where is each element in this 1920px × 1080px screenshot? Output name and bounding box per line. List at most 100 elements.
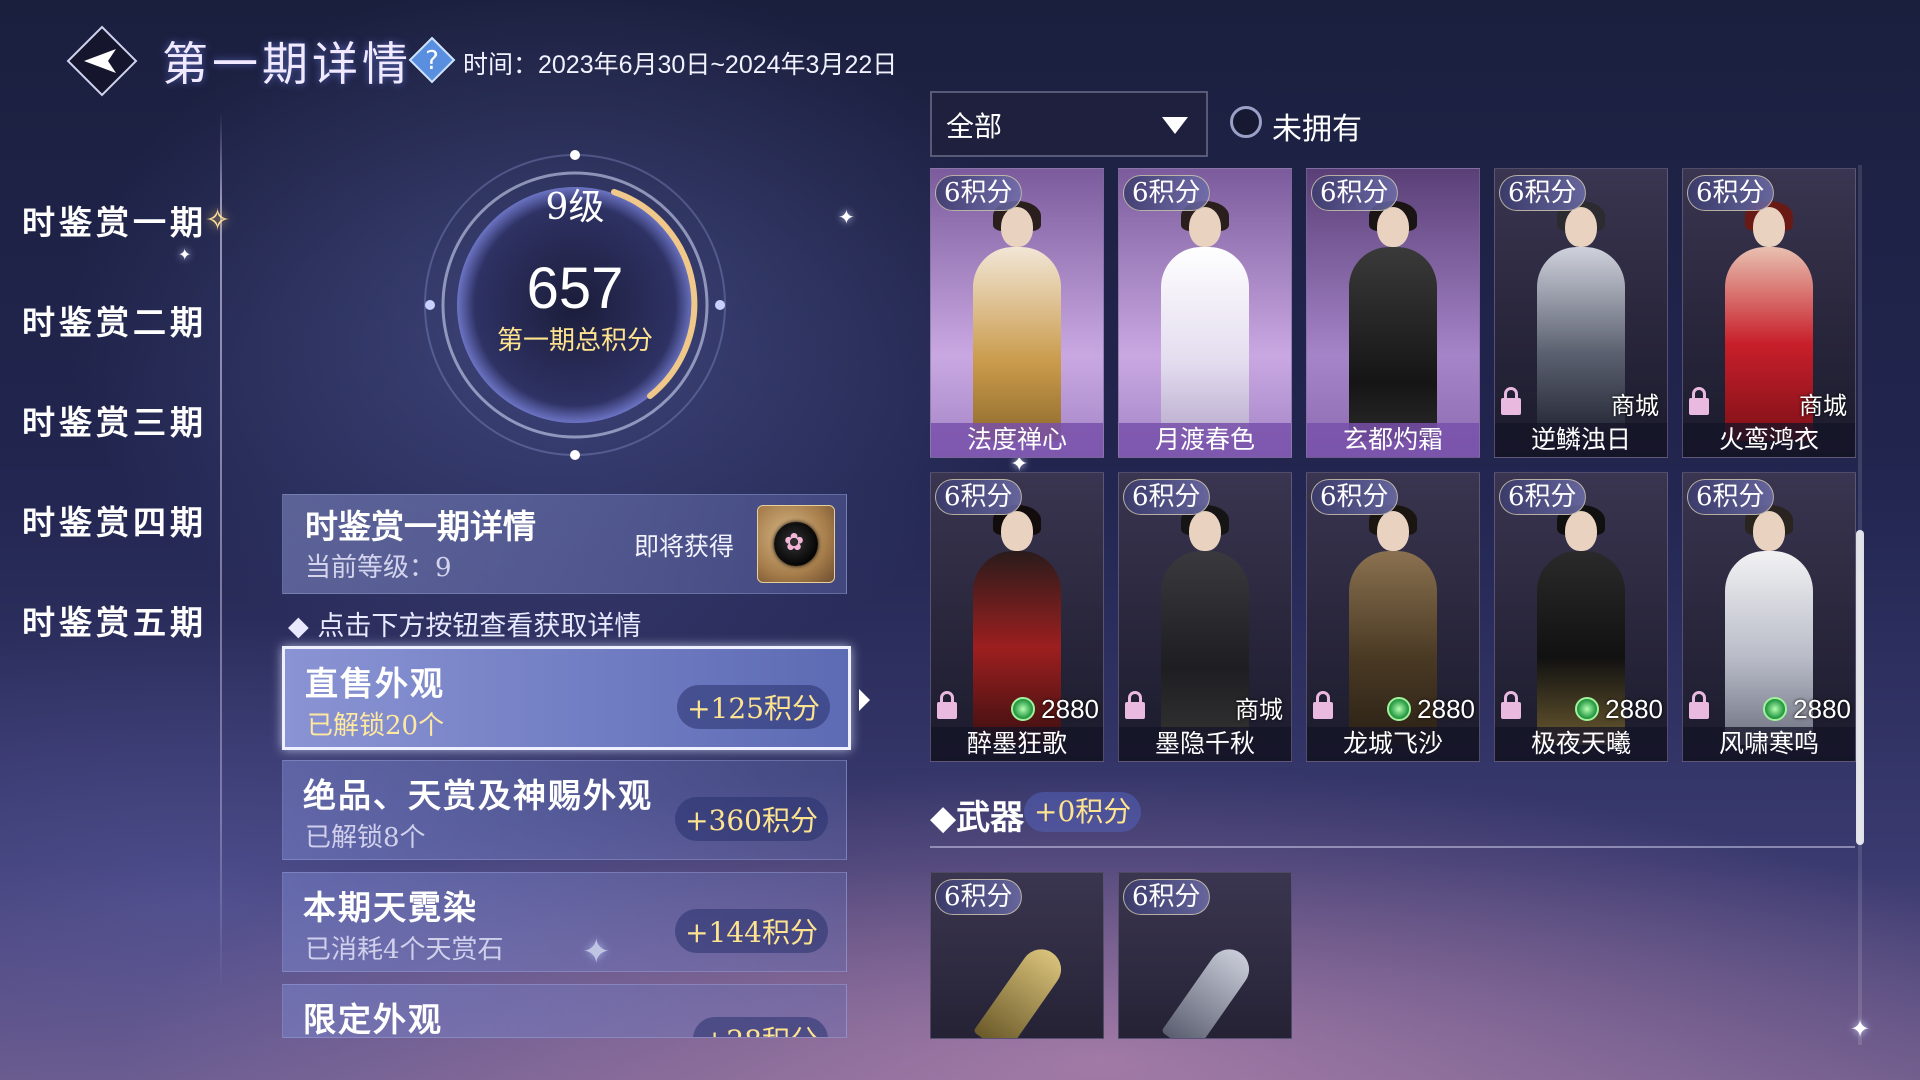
outfit-card[interactable]: 6积分 2880 龙城飞沙 [1306,472,1480,762]
category-points: +28积分 [692,1017,828,1037]
outfit-name: 玄都灼霜 [1307,423,1479,457]
points-badge: 6积分 [935,175,1022,211]
detail-title: 时鉴赏一期详情 [305,507,536,546]
points-badge: 6积分 [935,479,1022,515]
outfit-card[interactable]: 6积分 月渡春色 [1118,168,1292,458]
sparkle-decoration: ✦ [178,245,192,264]
section-divider [930,846,1855,848]
weapon-card[interactable]: 6积分 [1118,872,1292,1039]
category-limited[interactable]: 限定外观 +28积分 [282,984,847,1038]
outfit-name: 月渡春色 [1119,423,1291,457]
outfit-name: 火鸾鸿衣 [1683,423,1855,457]
weapon-card[interactable]: 6积分 [930,872,1104,1039]
outfit-name: 法度禅心 [931,423,1103,457]
outfit-card[interactable]: 6积分 2880 极夜天曦 [1494,472,1668,762]
filter-selected-value: 全部 [946,110,1003,143]
jade-coin-icon [1011,697,1036,721]
category-progress: 已解锁20个 [307,711,445,741]
category-progress: 已消耗4个天赏石 [305,935,504,965]
source-label: 商城 [1611,392,1659,420]
outfit-card[interactable]: 6积分 商城 墨隐千秋 [1118,472,1292,762]
category-points: +360积分 [675,797,828,841]
outfit-name: 醉墨狂歌 [931,727,1103,761]
source-label: 商城 [1799,392,1847,420]
jade-coin-icon [1575,697,1600,721]
category-title: 本期天霓染 [303,888,478,927]
points-badge: 6积分 [935,879,1022,915]
unowned-radio[interactable] [1230,106,1262,138]
outfit-card[interactable]: 6积分 商城 逆鳞浊日 [1494,168,1668,458]
outfit-figure [1153,201,1257,441]
points-badge: 6积分 [1311,479,1398,515]
outfit-name: 龙城飞沙 [1307,727,1479,761]
category-progress: 已解锁8个 [305,823,426,853]
source-label: 商城 [1235,696,1283,724]
weapon-image [973,941,1069,1038]
filter-dropdown[interactable]: 全部 [930,91,1208,157]
lock-icon [1689,387,1709,415]
lock-icon [1501,387,1521,415]
tab-period-3[interactable]: 时鉴赏三期 [22,396,207,444]
category-points: +125积分 [677,685,830,729]
upcoming-reward-orb-icon[interactable] [757,505,835,583]
outfit-card[interactable]: 6积分 商城 火鸾鸿衣 [1682,168,1856,458]
help-symbol: ? [425,46,439,76]
points-badge: 6积分 [1311,175,1398,211]
unowned-label: 未拥有 [1272,112,1362,147]
points-badge: 6积分 [1123,175,1210,211]
points-badge: 6积分 [1123,479,1210,515]
weapon-image [1161,941,1257,1038]
outfit-card[interactable]: 6积分 2880 醉墨狂歌 [930,472,1104,762]
tab-period-1[interactable]: 时鉴赏一期 [22,196,207,244]
help-icon[interactable]: ? [408,36,456,84]
outfit-card[interactable]: 6积分 法度禅心 [930,168,1104,458]
weapons-points: +0积分 [1024,792,1142,832]
chevron-down-icon [1162,117,1188,134]
category-title: 限定外观 [303,1000,443,1038]
scrollbar-thumb[interactable] [1856,530,1864,845]
current-level: 当前等级：9 [305,553,452,583]
period-text: 时间：2023年6月30日~2024年3月22日 [463,51,898,79]
outfit-name: 风啸寒鸣 [1683,727,1855,761]
total-score-label: 第一期总积分 [496,326,653,356]
back-arrow-icon[interactable] [66,25,138,97]
lock-icon [1313,691,1333,719]
outfit-name: 墨隐千秋 [1119,727,1291,761]
jade-coin-icon [1763,697,1788,721]
points-badge: 6积分 [1499,175,1586,211]
price-label: 2880 [1763,694,1851,725]
tab-period-2[interactable]: 时鉴赏二期 [22,296,207,344]
lock-icon [1125,691,1145,719]
tab-period-4[interactable]: 时鉴赏四期 [22,496,207,544]
jade-coin-icon [1387,697,1412,721]
lock-icon [1501,691,1521,719]
total-score: 657 [526,256,624,321]
category-direct-sale[interactable]: 直售外观 已解锁20个 +125积分 [282,646,870,750]
hint-text: ◆ 点击下方按钮查看获取详情 [288,611,642,642]
tab-period-5[interactable]: 时鉴赏五期 [22,596,207,644]
price-label: 2880 [1575,694,1663,725]
category-points: +144积分 [675,909,828,953]
sparkle-decoration: ✦ [838,205,855,229]
outfit-card[interactable]: 6积分 2880 风啸寒鸣 [1682,472,1856,762]
outfit-name: 极夜天曦 [1495,727,1667,761]
category-dye[interactable]: 本期天霓染 已消耗4个天赏石 +144积分 [282,872,847,972]
level-label: 9级 [545,187,605,228]
points-badge: 6积分 [1123,879,1210,915]
selected-arrow-icon [859,689,870,711]
page-title: 第一期详情 [162,37,412,91]
weapons-section-title: ◆武器 [930,798,1025,838]
lock-icon [937,691,957,719]
category-title: 绝品、天赏及神赐外观 [303,776,653,815]
category-premium[interactable]: 绝品、天赏及神赐外观 已解锁8个 +360积分 [282,760,847,860]
outfit-figure [965,201,1069,441]
points-badge: 6积分 [1687,479,1774,515]
category-title: 直售外观 [305,664,445,703]
lock-icon [1689,691,1709,719]
price-label: 2880 [1387,694,1475,725]
points-badge: 6积分 [1499,479,1586,515]
upcoming-reward-label: 即将获得 [634,532,735,561]
points-badge: 6积分 [1687,175,1774,211]
outfit-card[interactable]: 6积分 玄都灼霜 [1306,168,1480,458]
sidebar-divider [220,112,222,992]
